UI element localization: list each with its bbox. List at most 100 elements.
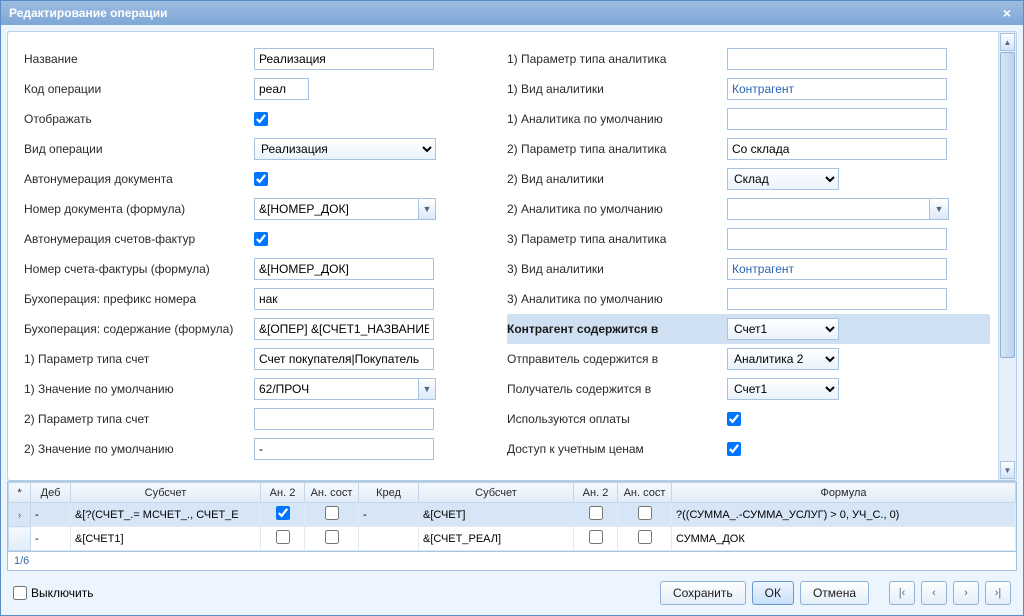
col-ansb[interactable]: Ан. сост bbox=[618, 483, 672, 503]
col-ansa[interactable]: Ан. сост bbox=[305, 483, 359, 503]
save-button[interactable]: Сохранить bbox=[660, 581, 746, 605]
label-docnum: Номер документа (формула) bbox=[24, 202, 254, 216]
col-an2a[interactable]: Ан. 2 bbox=[261, 483, 305, 503]
col-kred[interactable]: Кред bbox=[359, 483, 419, 503]
nav-first-button[interactable]: |‹ bbox=[889, 581, 915, 605]
p2-def-input[interactable] bbox=[727, 198, 929, 220]
param2-acct-input[interactable] bbox=[254, 408, 434, 430]
val2-def-input[interactable] bbox=[254, 438, 434, 460]
p1-type-input[interactable] bbox=[727, 48, 947, 70]
chevron-down-icon[interactable]: ▼ bbox=[418, 198, 436, 220]
p1-kind-input[interactable] bbox=[727, 78, 947, 100]
label-kontragent-in: Контрагент содержится в bbox=[507, 322, 727, 336]
disable-label: Выключить bbox=[31, 586, 93, 600]
label-code: Код операции bbox=[24, 82, 254, 96]
payments-checkbox[interactable] bbox=[727, 412, 741, 426]
table-row[interactable]: - &[СЧЕТ1] &[СЧЕТ_РЕАЛ] СУММА_ДОК bbox=[9, 527, 1016, 551]
label-param1-acct: 1) Параметр типа счет bbox=[24, 352, 254, 366]
col-an2b[interactable]: Ан. 2 bbox=[574, 483, 618, 503]
receiver-in-select[interactable]: Счет1 bbox=[727, 378, 839, 400]
cancel-button[interactable]: Отмена bbox=[800, 581, 869, 605]
chevron-down-icon[interactable]: ▼ bbox=[929, 198, 949, 220]
label-autonum-doc: Автонумерация документа bbox=[24, 172, 254, 186]
cell-an2b[interactable] bbox=[574, 503, 618, 527]
docnum-input[interactable] bbox=[254, 198, 418, 220]
p3-def-input[interactable] bbox=[727, 288, 947, 310]
label-p3-kind: 3) Вид аналитики bbox=[507, 262, 727, 276]
scroll-down-icon[interactable]: ▼ bbox=[1000, 461, 1015, 479]
window-title: Редактирование операции bbox=[9, 6, 168, 20]
col-sub2[interactable]: Субсчет bbox=[419, 483, 574, 503]
cell-ansa[interactable] bbox=[305, 503, 359, 527]
detail-grid: * Деб Субсчет Ан. 2 Ан. сост Кред Субсче… bbox=[7, 481, 1017, 552]
nav-next-button[interactable]: › bbox=[953, 581, 979, 605]
access-prices-checkbox[interactable] bbox=[727, 442, 741, 456]
label-p3-type: 3) Параметр типа аналитика bbox=[507, 232, 727, 246]
display-checkbox[interactable] bbox=[254, 112, 268, 126]
param1-acct-input[interactable] bbox=[254, 348, 434, 370]
label-p1-def: 1) Аналитика по умолчанию bbox=[507, 112, 727, 126]
label-val2-def: 2) Значение по умолчанию bbox=[24, 442, 254, 456]
scroll-thumb[interactable] bbox=[1000, 52, 1015, 358]
grid-corner[interactable]: * bbox=[9, 483, 31, 503]
label-p2-kind: 2) Вид аналитики bbox=[507, 172, 727, 186]
table-row[interactable]: › - &[?(СЧЕТ_.= МСЧЕТ_., СЧЕТ_Е - &[СЧЕТ… bbox=[9, 503, 1016, 527]
cell-sub1[interactable]: &[СЧЕТ1] bbox=[71, 527, 261, 551]
ok-button[interactable]: ОК bbox=[752, 581, 794, 605]
cell-sub2[interactable]: &[СЧЕТ_РЕАЛ] bbox=[419, 527, 574, 551]
p3-kind-input[interactable] bbox=[727, 258, 947, 280]
row-indicator-icon: › bbox=[18, 510, 21, 521]
col-deb[interactable]: Деб bbox=[31, 483, 71, 503]
kontragent-in-select[interactable]: Счет1 bbox=[727, 318, 839, 340]
chevron-down-icon[interactable]: ▼ bbox=[418, 378, 436, 400]
cell-ansb[interactable] bbox=[618, 503, 672, 527]
cell-formula[interactable]: ?((СУММА_.-СУММА_УСЛУГ) > 0, УЧ_С., 0) bbox=[672, 503, 1016, 527]
cell-ansa[interactable] bbox=[305, 527, 359, 551]
titlebar: Редактирование операции × bbox=[1, 1, 1023, 25]
cell-kred[interactable] bbox=[359, 527, 419, 551]
cell-sub1[interactable]: &[?(СЧЕТ_.= МСЧЕТ_., СЧЕТ_Е bbox=[71, 503, 261, 527]
vertical-scrollbar[interactable]: ▲ ▼ bbox=[998, 32, 1016, 480]
cell-kred[interactable]: - bbox=[359, 503, 419, 527]
cell-deb[interactable]: - bbox=[31, 503, 71, 527]
nav-prev-button[interactable]: ‹ bbox=[921, 581, 947, 605]
col-formula[interactable]: Формула bbox=[672, 483, 1016, 503]
sender-in-select[interactable]: Аналитика 2 bbox=[727, 348, 839, 370]
p1-def-input[interactable] bbox=[727, 108, 947, 130]
label-access-prices: Доступ к учетным ценам bbox=[507, 442, 727, 456]
name-input[interactable] bbox=[254, 48, 434, 70]
disable-checkbox[interactable] bbox=[13, 586, 27, 600]
label-payments: Используются оплаты bbox=[507, 412, 727, 426]
sfnum-input[interactable] bbox=[254, 258, 434, 280]
p3-type-input[interactable] bbox=[727, 228, 947, 250]
col-sub1[interactable]: Субсчет bbox=[71, 483, 261, 503]
label-val1-def: 1) Значение по умолчанию bbox=[24, 382, 254, 396]
scroll-up-icon[interactable]: ▲ bbox=[1000, 33, 1015, 51]
cell-ansb[interactable] bbox=[618, 527, 672, 551]
autonum-doc-checkbox[interactable] bbox=[254, 172, 268, 186]
label-p1-type: 1) Параметр типа аналитика bbox=[507, 52, 727, 66]
code-input[interactable] bbox=[254, 78, 309, 100]
cell-an2b[interactable] bbox=[574, 527, 618, 551]
cell-formula[interactable]: СУММА_ДОК bbox=[672, 527, 1016, 551]
close-icon[interactable]: × bbox=[999, 5, 1015, 21]
cell-deb[interactable]: - bbox=[31, 527, 71, 551]
p2-type-input[interactable] bbox=[727, 138, 947, 160]
label-buh-content: Бухоперация: содержание (формула) bbox=[24, 322, 254, 336]
cell-an2a[interactable] bbox=[261, 527, 305, 551]
cell-an2a[interactable] bbox=[261, 503, 305, 527]
cell-sub2[interactable]: &[СЧЕТ] bbox=[419, 503, 574, 527]
label-p2-type: 2) Параметр типа аналитика bbox=[507, 142, 727, 156]
val1-def-input[interactable] bbox=[254, 378, 418, 400]
kind-select[interactable]: Реализация bbox=[254, 138, 436, 160]
label-sender-in: Отправитель содержится в bbox=[507, 352, 727, 366]
buh-prefix-input[interactable] bbox=[254, 288, 434, 310]
label-p2-def: 2) Аналитика по умолчанию bbox=[507, 202, 727, 216]
nav-last-button[interactable]: ›| bbox=[985, 581, 1011, 605]
p2-kind-select[interactable]: Склад bbox=[727, 168, 839, 190]
autonum-sf-checkbox[interactable] bbox=[254, 232, 268, 246]
buh-content-input[interactable] bbox=[254, 318, 434, 340]
label-name: Название bbox=[24, 52, 254, 66]
label-display: Отображать bbox=[24, 112, 254, 126]
label-receiver-in: Получатель содержится в bbox=[507, 382, 727, 396]
